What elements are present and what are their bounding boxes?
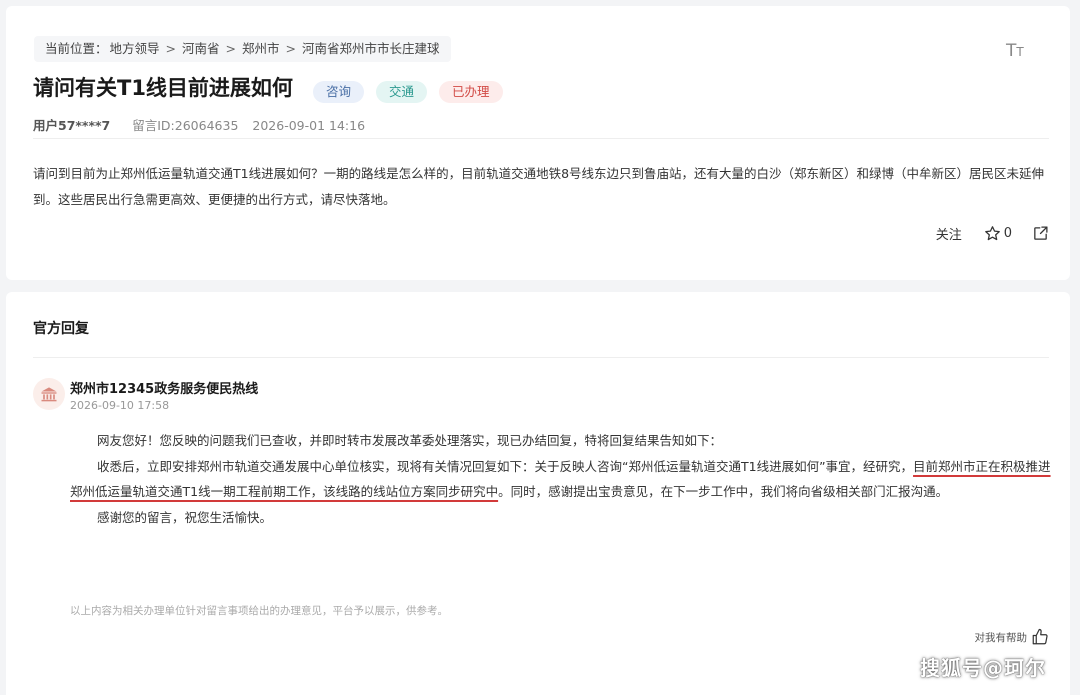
star-count: 0 — [1003, 226, 1012, 241]
breadcrumb-item-province[interactable]: 河南省 — [182, 41, 220, 56]
section-title: 官方回复 — [33, 321, 89, 337]
helpful-button[interactable]: 对我有帮助 — [975, 628, 1050, 646]
user-name: 用户57****7 — [33, 118, 111, 133]
reply-text: 收悉后，立即安排郑州市轨道交通发展中心单位核实，现将有关情况回复如下：关于反映人… — [97, 458, 914, 474]
thumbs-up-icon — [1032, 628, 1048, 645]
breadcrumb-item-city[interactable]: 郑州市 — [242, 41, 280, 56]
star-icon — [984, 226, 1000, 241]
follow-button[interactable]: 关注 — [936, 224, 962, 243]
page-title: 请问有关T1线目前进展如何 — [33, 76, 293, 100]
star-button[interactable]: 0 — [984, 225, 1012, 242]
reply-card: 官方回复 郑州市12345政务服务便民热线 2026-09-10 17:58 网… — [6, 292, 1070, 695]
reply-paragraph: 网友您好！您反映的问题我们已查收，并即时转市发展改革委处理落实，现已办结回复，特… — [97, 433, 723, 448]
reply-paragraph: 感谢您的留言，祝您生活愉快。 — [97, 509, 273, 525]
question-body: 请问到目前为止郑州低运量轨道交通T1线进展如何？一期的路线是怎么样的，目前轨道交… — [33, 166, 1045, 207]
reply-text: 。同时，感谢提出宝贵意见，在下一步工作中，我们将向省级相关部门汇报沟通。 — [498, 484, 949, 499]
action-bar: 关注 0 — [936, 224, 1049, 243]
reply-body: 网友您好！您反映的问题我们已查收，并即时转市发展改革委处理落实，现已办结回复，特… — [70, 428, 1052, 530]
breadcrumb: 当前位置： 地方领导 > 河南省 > 郑州市 > 河南省郑州市市长庄建球 — [34, 36, 451, 62]
avatar — [33, 378, 65, 410]
breadcrumb-separator: > — [285, 41, 297, 56]
breadcrumb-prefix: 当前位置： — [45, 41, 108, 56]
breadcrumb-separator: > — [225, 41, 237, 56]
government-building-icon — [41, 387, 57, 402]
watermark: 搜狐号@珂尔 — [920, 656, 1046, 680]
disclaimer: 以上内容为相关办理单位针对留言事项给出的办理意见，平台予以展示，供参考。 — [70, 605, 448, 617]
tag-list: 咨询 交通 已办理 — [313, 81, 503, 103]
font-size-icon[interactable]: TT — [1006, 41, 1024, 61]
reply-date: 2026-09-10 17:58 — [70, 399, 170, 412]
status-badge: 已办理 — [439, 81, 503, 103]
breadcrumb-item-mayor[interactable]: 河南省郑州市市长庄建球 — [302, 41, 440, 56]
share-button[interactable] — [1032, 225, 1049, 242]
divider — [33, 138, 1049, 139]
question-meta: 用户57****7 留言ID:26064635 2026-09-01 14:16 — [33, 115, 365, 134]
question-card: 当前位置： 地方领导 > 河南省 > 郑州市 > 河南省郑州市市长庄建球 TT 请问有关T1线… — [6, 6, 1070, 280]
breadcrumb-item-leaders[interactable]: 地方领导 — [110, 41, 160, 56]
reply-paragraph: 收悉后，立即安排郑州市轨道交通发展中心单位核实，现将有关情况回复如下：关于反映人… — [70, 454, 1052, 505]
message-id: 留言ID:26064635 — [132, 118, 239, 133]
helpful-label: 对我有帮助 — [974, 631, 1028, 644]
question-date: 2026-09-01 14:16 — [252, 118, 366, 133]
reply-org-name: 郑州市12345政务服务便民热线 — [70, 382, 259, 397]
divider — [33, 357, 1049, 358]
share-icon — [1034, 226, 1048, 240]
tag-traffic: 交通 — [376, 81, 428, 103]
breadcrumb-separator: > — [165, 41, 177, 56]
tag-consult: 咨询 — [313, 81, 365, 103]
